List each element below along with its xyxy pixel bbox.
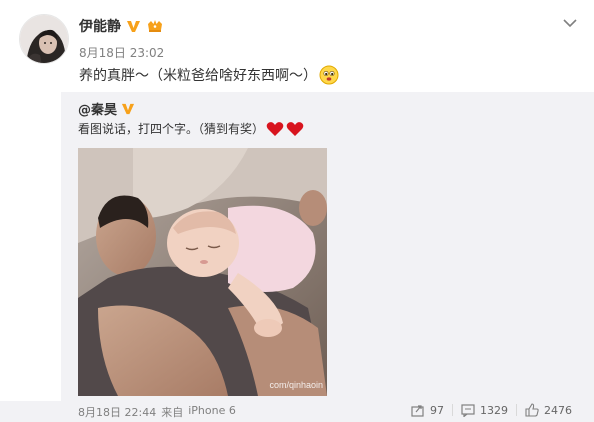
post-image[interactable]: com/qinhaoin	[78, 148, 327, 396]
verified-v-icon[interactable]	[121, 101, 136, 116]
repost-text-content: 看图说话，打四个字。（猜到有奖）	[78, 122, 265, 136]
action-bar: 97 1329 2476	[403, 403, 580, 417]
repost-text: 看图说话，打四个字。（猜到有奖）	[78, 120, 304, 137]
repost-meta: 8月18日 22:44 来自 iPhone 6	[78, 404, 236, 420]
comment-icon	[461, 403, 475, 417]
like-count: 2476	[544, 403, 572, 417]
post-time[interactable]: 8月18日 23:02	[79, 44, 164, 61]
user-name[interactable]: 伊能静	[79, 16, 121, 36]
post-text-content: 养的真胖～（米粒爸给啥好东西啊～）	[79, 68, 317, 84]
source-device[interactable]: iPhone 6	[188, 404, 236, 420]
verified-v-icon[interactable]	[126, 19, 141, 34]
image-watermark: com/qinhaoin	[269, 380, 323, 390]
comment-button[interactable]: 1329	[453, 404, 516, 417]
reposted-content: @秦昊 看图说话，打四个字。（猜到有奖） com/qinhaoin	[61, 92, 594, 401]
forward-icon	[411, 404, 424, 417]
chevron-down-icon[interactable]	[562, 14, 578, 28]
thumbs-up-icon	[525, 403, 539, 417]
forward-count: 97	[430, 403, 444, 417]
post-text: 养的真胖～（米粒爸给啥好东西啊～）	[79, 65, 339, 85]
repost-user-name[interactable]: @秦昊	[78, 99, 117, 118]
repost-time[interactable]: 8月18日 22:44	[78, 404, 156, 420]
weibo-card: 伊能静 8月18日 23:02 养的真胖～（米粒爸给啥好东西啊～） @秦昊 看图…	[0, 0, 594, 422]
forward-button[interactable]: 97	[403, 404, 452, 417]
source-prefix: 来自	[161, 406, 184, 419]
repost-header: @秦昊	[78, 99, 136, 118]
post-header: 伊能静	[79, 16, 164, 36]
vip-crown-icon[interactable]	[146, 18, 164, 34]
red-heart-icon	[286, 121, 304, 137]
red-heart-icon	[266, 121, 284, 137]
repost-footer: 8月18日 22:44 来自 iPhone 6 97 1329 2476	[0, 401, 594, 422]
comment-count: 1329	[480, 403, 508, 417]
user-avatar[interactable]	[19, 14, 69, 64]
like-button[interactable]: 2476	[517, 403, 580, 417]
drooling-face-emoji	[319, 65, 339, 85]
